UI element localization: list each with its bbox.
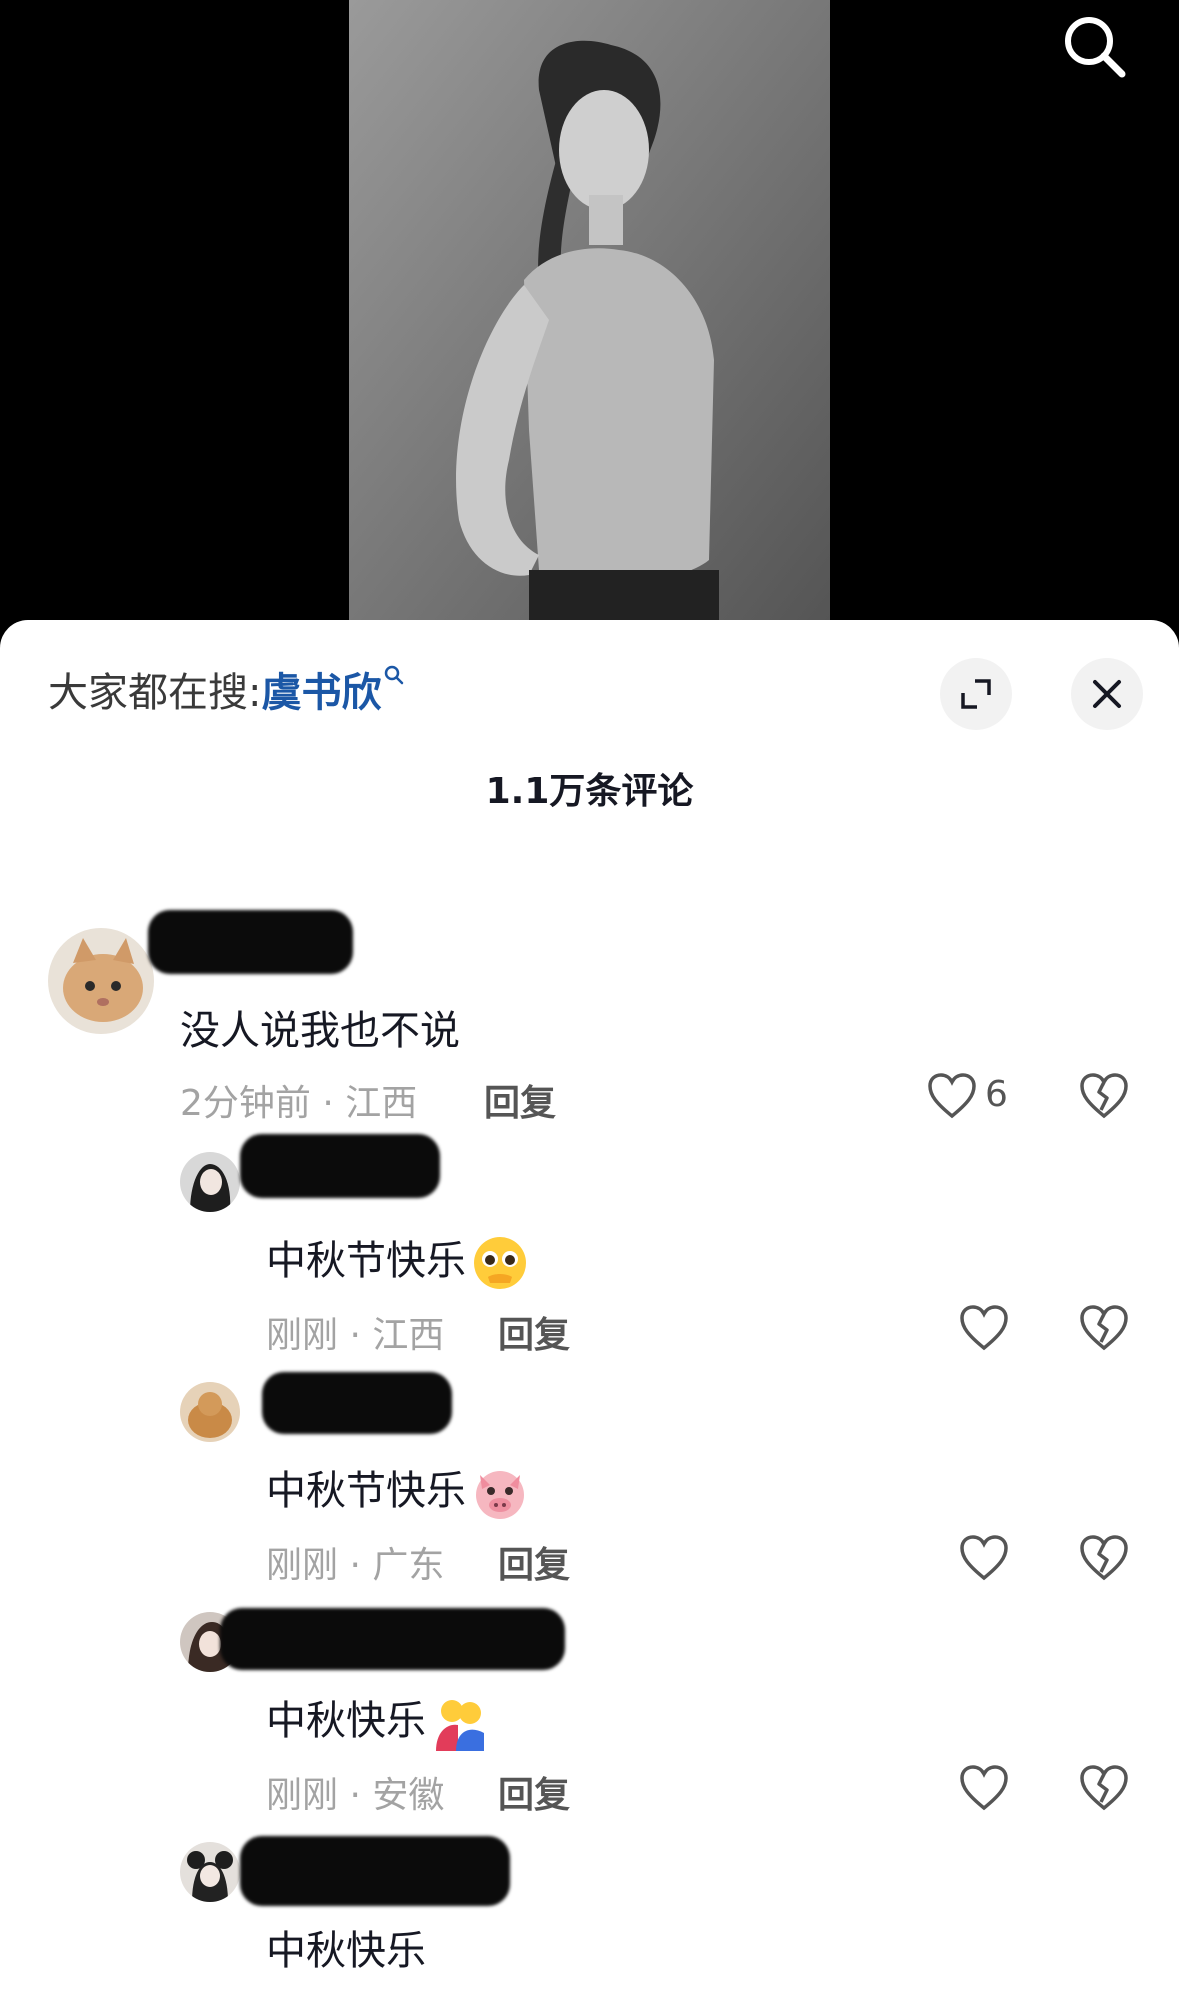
comment-sheet: 大家都在搜:虞书欣 1.1万条评论 没人说我也不说 2分钟前 · 江西 回复 6… — [0, 620, 1179, 2002]
heart-icon[interactable] — [958, 1532, 1010, 1584]
reply-button[interactable]: 回复 — [484, 1074, 556, 1126]
heart-icon[interactable] — [926, 1070, 978, 1122]
comment-count: 1.1万条评论 — [485, 771, 694, 812]
comment-text: 中秋快乐 — [266, 1928, 426, 1974]
video-frame-photo — [349, 0, 830, 620]
comment-time: 刚刚 — [266, 1775, 339, 1816]
comment-text: 没人说我也不说 — [180, 1008, 460, 1054]
like-count: 6 — [985, 1074, 1008, 1115]
pig-face-icon — [476, 1471, 524, 1519]
redacted-username — [240, 1134, 440, 1198]
redacted-username — [148, 910, 353, 974]
comment-meta: 刚刚 · 江西 — [266, 1315, 445, 1356]
comment-text: 中秋节快乐 — [266, 1458, 530, 1523]
heart-icon[interactable] — [958, 1302, 1010, 1354]
broken-heart-icon[interactable] — [1078, 1532, 1130, 1584]
reply-button[interactable]: 回复 — [498, 1306, 570, 1358]
comment-text-content: 中秋节快乐 — [266, 1468, 466, 1514]
comment-meta: 刚刚 · 广东 — [266, 1545, 445, 1586]
pleading-face-icon — [474, 1237, 526, 1289]
broken-heart-icon[interactable] — [1078, 1762, 1130, 1814]
broken-heart-icon[interactable] — [1078, 1302, 1130, 1354]
redacted-username — [220, 1608, 565, 1670]
comment-text-content: 中秋节快乐 — [266, 1238, 466, 1284]
hugging-people-icon — [436, 1700, 484, 1751]
comment-meta: 2分钟前 · 江西 — [180, 1083, 418, 1124]
trending-prefix: 大家都在搜: — [48, 670, 262, 716]
avatar[interactable] — [180, 1842, 240, 1902]
expand-icon — [961, 679, 991, 709]
comment-text: 中秋节快乐 — [266, 1228, 530, 1293]
search-small-icon — [385, 665, 404, 685]
avatar[interactable] — [180, 1152, 240, 1212]
broken-heart-icon[interactable] — [1078, 1070, 1130, 1122]
reply-button[interactable]: 回复 — [498, 1766, 570, 1818]
comment-time: 2分钟前 — [180, 1083, 311, 1124]
avatar[interactable] — [180, 1382, 240, 1442]
comment-meta: 刚刚 · 安徽 — [266, 1775, 445, 1816]
comment-time: 刚刚 — [266, 1315, 339, 1356]
comment-location: 江西 — [345, 1083, 418, 1124]
expand-button[interactable] — [940, 658, 1012, 730]
search-icon — [1065, 17, 1126, 78]
heart-icon[interactable] — [958, 1762, 1010, 1814]
close-button[interactable] — [1071, 658, 1143, 730]
video-player[interactable] — [0, 0, 1179, 640]
comment-location: 江西 — [372, 1315, 445, 1356]
comment-time: 刚刚 — [266, 1545, 339, 1586]
trending-search: 大家都在搜:虞书欣 — [48, 660, 405, 718]
reply-button[interactable]: 回复 — [498, 1536, 570, 1588]
comment-text-content: 中秋快乐 — [266, 1698, 426, 1744]
trending-keyword-link[interactable]: 虞书欣 — [261, 670, 381, 716]
avatar[interactable] — [48, 928, 154, 1034]
comment-text: 中秋快乐 — [266, 1688, 490, 1753]
close-icon — [1093, 680, 1121, 708]
comment-location: 广东 — [372, 1545, 445, 1586]
search-button[interactable] — [1058, 10, 1132, 84]
redacted-username — [262, 1372, 452, 1434]
comment-location: 安徽 — [372, 1775, 445, 1816]
redacted-username — [240, 1836, 510, 1906]
